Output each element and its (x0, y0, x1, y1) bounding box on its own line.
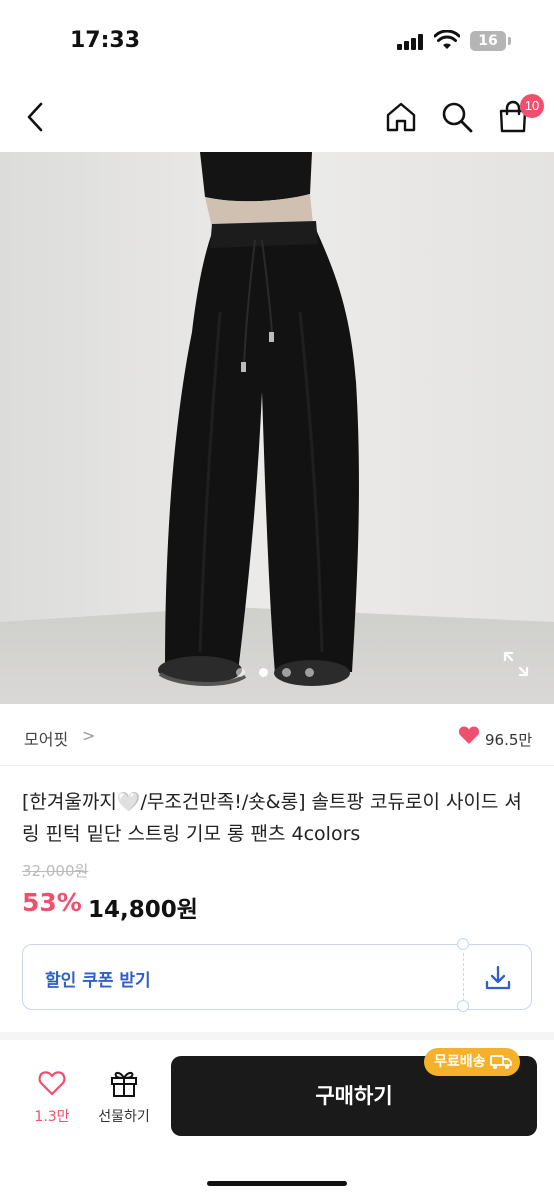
chevron-right-icon: > (82, 726, 96, 745)
coupon-divider (463, 953, 464, 1001)
home-icon (386, 102, 416, 132)
bottom-action-bar: 1.3만 선물하기 구매하기 무료배송 (0, 1040, 554, 1200)
brand-like-count: 96.5만 (485, 731, 533, 749)
brand-name[interactable]: 모어핏 (24, 726, 68, 750)
free-shipping-badge: 무료배송 (424, 1048, 520, 1076)
search-icon (442, 102, 473, 133)
product-title: [한겨울까지🤍/무조건만족!/숏&롱] 솔트팡 코듀로이 사이드 셔링 핀턱 밑… (22, 791, 522, 845)
gift-button[interactable]: 선물하기 (88, 1068, 160, 1130)
free-shipping-label: 무료배송 (434, 1054, 486, 1070)
home-button[interactable] (382, 98, 420, 136)
status-bar: 17:33 16 (0, 0, 554, 80)
gift-icon (111, 1071, 137, 1097)
expand-icon[interactable] (502, 650, 530, 678)
product-photo (0, 152, 554, 704)
sale-price: 14,800원 (88, 897, 198, 923)
discount-rate: 53% (22, 888, 82, 917)
image-pagination (236, 668, 314, 678)
heart-icon[interactable] (458, 725, 480, 745)
coupon-button[interactable]: 할인 쿠폰 받기 (22, 938, 532, 1012)
download-icon[interactable] (483, 963, 513, 993)
search-button[interactable] (438, 98, 476, 136)
coupon-label: 할인 쿠폰 받기 (45, 971, 151, 991)
home-indicator (207, 1181, 347, 1186)
cellular-signal-icon (397, 34, 423, 50)
gift-label: 선물하기 (98, 1109, 150, 1125)
truck-icon (489, 1055, 512, 1069)
wifi-icon (434, 30, 460, 49)
battery-nub (508, 37, 511, 45)
top-navigation (0, 80, 554, 152)
back-button[interactable] (16, 98, 54, 136)
status-time: 17:33 (70, 28, 141, 53)
image-page-dot[interactable] (305, 668, 314, 677)
heart-outline-icon (38, 1071, 66, 1096)
original-price: 32,000원 (22, 862, 89, 880)
like-button[interactable]: 1.3만 (26, 1070, 78, 1130)
product-image[interactable] (0, 152, 554, 704)
cart-count-badge: 10 (520, 94, 544, 118)
battery-indicator: 16 (470, 31, 506, 51)
like-count: 1.3만 (34, 1109, 70, 1125)
image-page-dot-active[interactable] (259, 668, 268, 677)
back-arrow-icon (27, 102, 43, 132)
coupon-notch (457, 938, 469, 950)
image-page-dot[interactable] (236, 668, 245, 677)
image-page-dot[interactable] (282, 668, 291, 677)
section-separator (0, 1032, 554, 1040)
coupon-notch (457, 1000, 469, 1012)
